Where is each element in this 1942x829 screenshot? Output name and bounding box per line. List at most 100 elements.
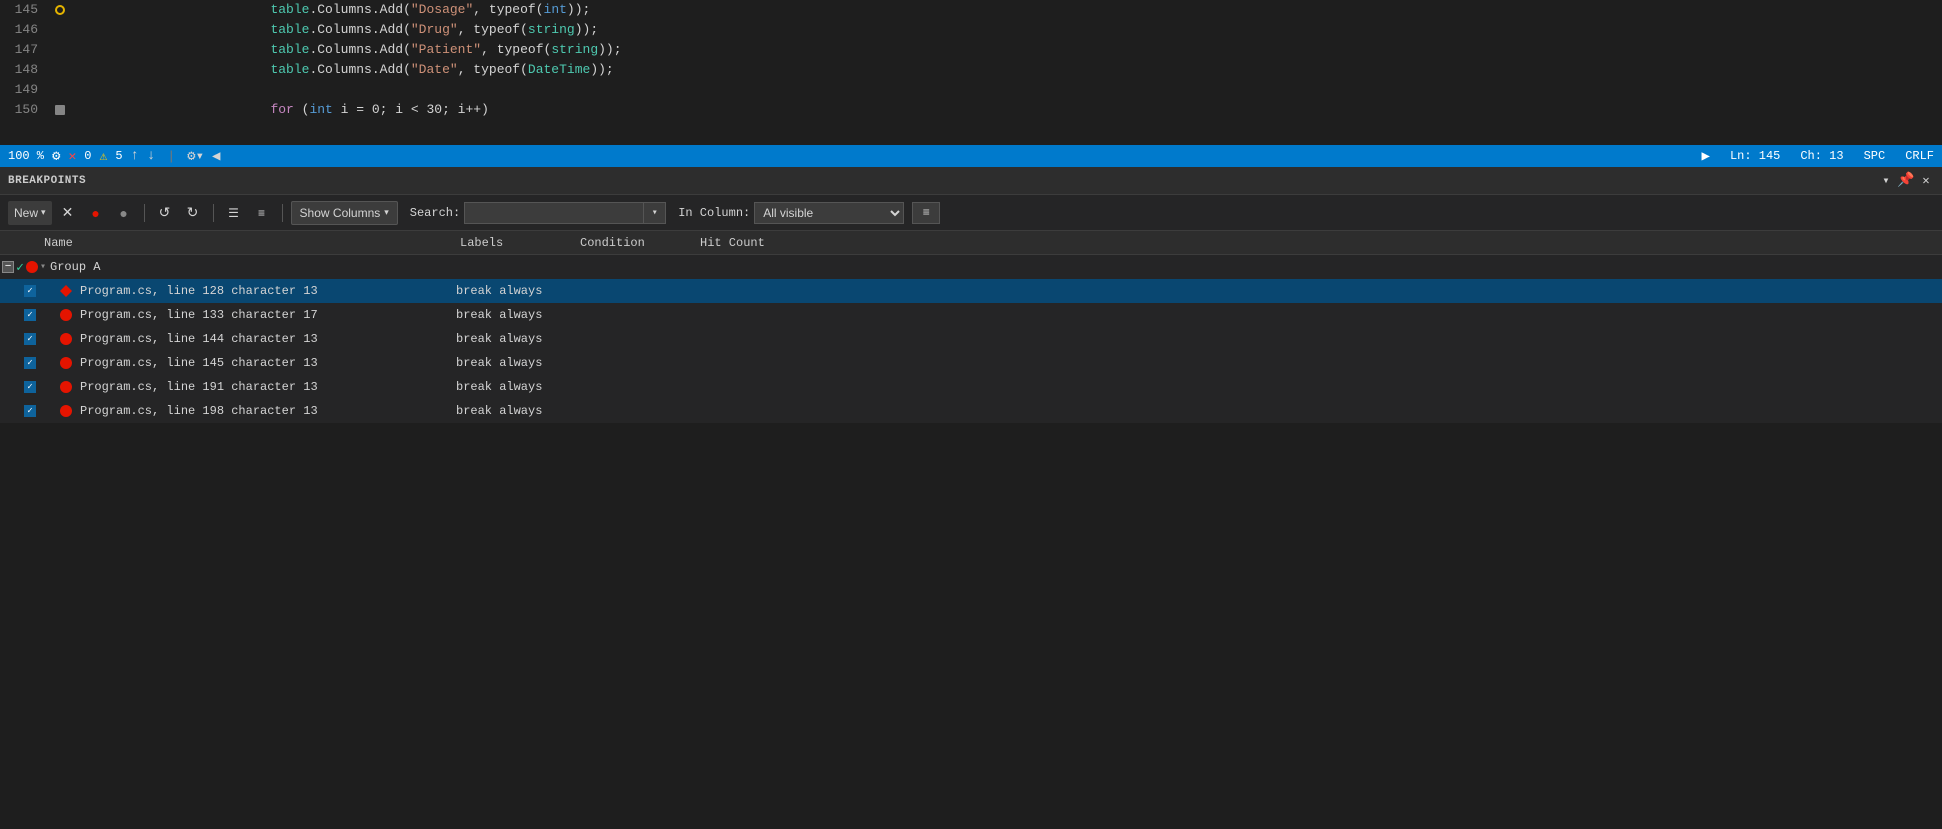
status-bar: 100 % ⚙ ✕ 0 ⚠ 5 ↑ ↓ | ⚙▾ ◀ ▶ Ln: 145 Ch:… — [0, 145, 1942, 167]
bp-icon-area-5 — [56, 381, 76, 393]
breakpoint-row-3[interactable]: Program.cs, line 144 character 13 break … — [0, 327, 1942, 351]
line-content-150: for (int i = 0; i < 30; i++) — [130, 80, 1942, 140]
bp-icon-area-3 — [56, 333, 76, 345]
crlf-indicator: CRLF — [1905, 149, 1934, 163]
breakpoint-current-indicator — [50, 5, 70, 15]
ch-indicator: Ch: 13 — [1800, 149, 1843, 163]
code-editor: 145 table.Columns.Add("Dosage", typeof(i… — [0, 0, 1942, 145]
bp-icon-area-6 — [56, 405, 76, 417]
search-label: Search: — [410, 206, 460, 220]
bp-name-2: Program.cs, line 133 character 17 — [76, 308, 456, 322]
new-button[interactable]: New ▾ — [8, 201, 52, 225]
breakpoints-panel: Breakpoints ▾ 📌 ✕ New ▾ ✕ ● ● ↺ ↻ ☰ ≡ Sh… — [0, 167, 1942, 423]
breakpoint-row-5[interactable]: Program.cs, line 191 character 13 break … — [0, 375, 1942, 399]
outdent-button[interactable]: ≡ — [250, 201, 274, 225]
close-panel-icon[interactable]: ✕ — [1918, 173, 1934, 189]
status-left: 100 % ⚙ ✕ 0 ⚠ 5 ↑ ↓ | ⚙▾ ◀ — [8, 148, 1694, 165]
table-header: Name Labels Condition Hit Count — [0, 231, 1942, 255]
group-breakpoint-icon — [26, 261, 38, 273]
header-hitcount-col: Hit Count — [700, 236, 820, 250]
bp-circle-icon-4 — [60, 357, 72, 369]
bp-condition-2: break always — [456, 308, 836, 322]
bp-checkbox-area-5 — [0, 381, 40, 393]
bp-condition-5: break always — [456, 380, 836, 394]
bp-icon-area-1 — [56, 285, 76, 297]
toolbar: New ▾ ✕ ● ● ↺ ↻ ☰ ≡ Show Columns ▾ Searc… — [0, 195, 1942, 231]
show-columns-label: Show Columns — [300, 206, 381, 220]
bp-checkbox-area-2 — [0, 309, 40, 321]
status-right: ▶ Ln: 145 Ch: 13 SPC CRLF — [1702, 148, 1935, 165]
bp-circle-icon-6 — [60, 405, 72, 417]
bp-checkbox-5[interactable] — [24, 381, 36, 393]
bp-checkbox-area-3 — [0, 333, 40, 345]
bp-checkbox-3[interactable] — [24, 333, 36, 345]
show-columns-dropdown-icon: ▾ — [384, 207, 389, 218]
bp-name-6: Program.cs, line 198 character 13 — [76, 404, 456, 418]
bp-condition-4: break always — [456, 356, 836, 370]
filter-icon: ≡ — [923, 206, 930, 220]
bp-checkbox-area-4 — [0, 357, 40, 369]
group-check-icon: ✓ — [16, 260, 24, 275]
new-button-label: New — [14, 206, 38, 220]
new-dropdown-icon: ▾ — [41, 207, 46, 218]
nav-left-arrow[interactable]: ◀ — [212, 148, 220, 165]
line-number-148: 148 — [0, 60, 50, 80]
breakpoint-row-4[interactable]: Program.cs, line 145 character 13 break … — [0, 351, 1942, 375]
search-input[interactable] — [464, 202, 644, 224]
bp-condition-3: break always — [456, 332, 836, 346]
search-dropdown-icon[interactable]: ▾ — [644, 202, 666, 224]
bp-condition-1: break always — [456, 284, 836, 298]
gear-icon: ⚙ — [52, 148, 60, 165]
action-icon[interactable]: ⚙▾ — [187, 148, 204, 165]
search-container: ▾ — [464, 202, 666, 224]
spc-indicator: SPC — [1864, 149, 1886, 163]
bp-checkbox-2[interactable] — [24, 309, 36, 321]
column-select-container: All visible Name Labels Condition Hit Co… — [754, 202, 904, 224]
group-name-label: Group A — [50, 260, 100, 274]
warning-count: 5 — [115, 149, 122, 163]
in-column-label: In Column: — [678, 206, 750, 220]
bp-name-1: Program.cs, line 128 character 13 — [76, 284, 456, 298]
separator-2 — [213, 204, 214, 222]
bp-name-5: Program.cs, line 191 character 13 — [76, 380, 456, 394]
breakpoint-row-1[interactable]: Program.cs, line 128 character 13 break … — [0, 279, 1942, 303]
line-number-147: 147 — [0, 40, 50, 60]
column-select[interactable]: All visible Name Labels Condition Hit Co… — [754, 202, 904, 224]
bp-checkbox-4[interactable] — [24, 357, 36, 369]
nav-down-arrow[interactable]: ↓ — [147, 148, 155, 164]
breakpoint-row-2[interactable]: Program.cs, line 133 character 17 break … — [0, 303, 1942, 327]
group-a-row[interactable]: ✓ ▾ Group A — [0, 255, 1942, 279]
breakpoint-row-6[interactable]: Program.cs, line 198 character 13 break … — [0, 399, 1942, 423]
delete-button[interactable]: ✕ — [56, 201, 80, 225]
warning-icon: ⚠ — [99, 149, 107, 164]
bp-condition-6: break always — [456, 404, 836, 418]
disable-button[interactable]: ● — [112, 201, 136, 225]
nav-up-arrow[interactable]: ↑ — [131, 148, 139, 164]
bp-icon-area-2 — [56, 309, 76, 321]
panel-header-icons: ▾ 📌 ✕ — [1878, 173, 1934, 189]
group-checkbox[interactable] — [2, 261, 14, 273]
ln-indicator: Ln: 145 — [1730, 149, 1780, 163]
pin-panel-icon[interactable]: 📌 — [1898, 173, 1914, 189]
bp-circle-icon-2 — [60, 309, 72, 321]
nav-arrows: ↑ ↓ | ⚙▾ ◀ — [131, 148, 221, 165]
enable-button[interactable]: ● — [84, 201, 108, 225]
bp-name-3: Program.cs, line 144 character 13 — [76, 332, 456, 346]
error-icon: ✕ — [68, 149, 76, 164]
panel-header: Breakpoints ▾ 📌 ✕ — [0, 167, 1942, 195]
indent-button[interactable]: ☰ — [222, 201, 246, 225]
minimize-panel-icon[interactable]: ▾ — [1878, 173, 1894, 189]
nav-right-arrow: ▶ — [1702, 148, 1710, 165]
group-chevron-icon: ▾ — [40, 261, 46, 273]
separator-3 — [282, 204, 283, 222]
bp-checkbox-1[interactable] — [24, 285, 36, 297]
show-columns-button[interactable]: Show Columns ▾ — [291, 201, 398, 225]
filter-button[interactable]: ≡ — [912, 202, 940, 224]
reactivate-button[interactable]: ↺ — [153, 201, 177, 225]
zoom-level: 100 % — [8, 149, 44, 163]
bp-checkbox-6[interactable] — [24, 405, 36, 417]
step-button[interactable]: ↻ — [181, 201, 205, 225]
bp-name-4: Program.cs, line 145 character 13 — [76, 356, 456, 370]
group-checkbox-area: ✓ — [0, 260, 40, 275]
bp-diamond-icon-1 — [60, 285, 72, 297]
